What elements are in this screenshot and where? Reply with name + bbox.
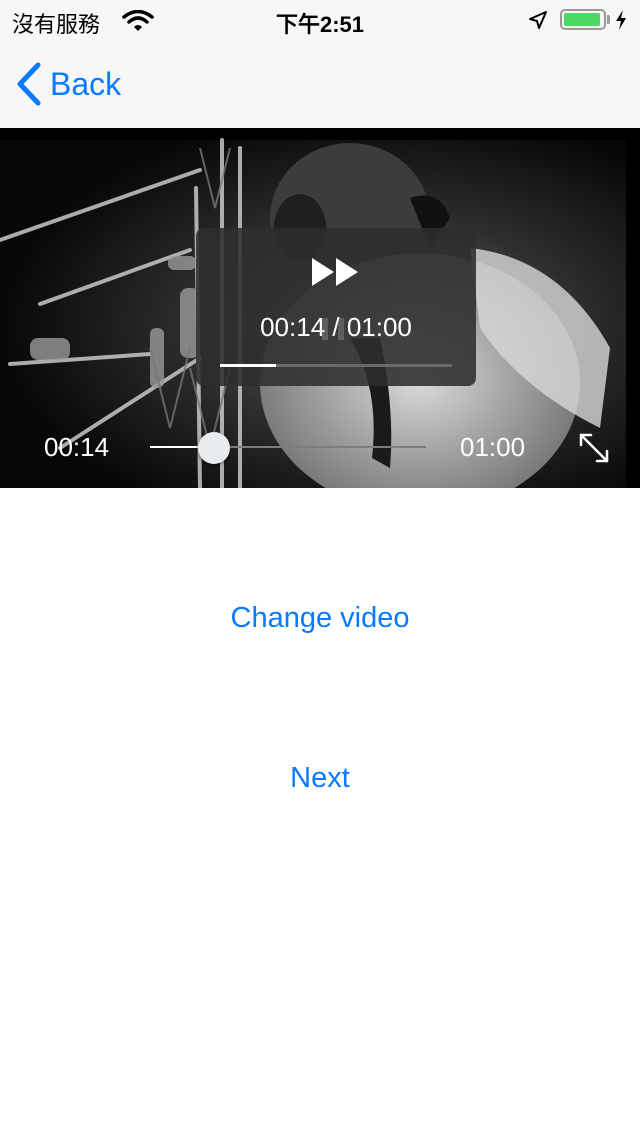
hud-time-label: 00:14 / 01:00 [260, 312, 412, 342]
playback-hud: 00:14 / 01:00 [196, 228, 476, 386]
chevron-left-icon [17, 62, 41, 106]
charging-bolt-icon [616, 10, 626, 30]
navigation-bar: Back [0, 40, 640, 128]
battery-level [564, 13, 601, 26]
next-row: Next [0, 762, 640, 795]
status-bar: 沒有服務 下午2:51 [0, 0, 640, 40]
change-video-button[interactable]: Change video [231, 602, 410, 634]
battery-icon [560, 9, 606, 30]
current-time: 00:14 [44, 432, 110, 462]
change-video-row: Change video [0, 602, 640, 635]
hud-progress-fill [220, 364, 276, 367]
hud-progress-track [220, 364, 452, 367]
battery-cap [607, 15, 610, 24]
total-time: 01:00 [460, 432, 526, 462]
back-label: Back [50, 65, 122, 102]
next-button[interactable]: Next [290, 762, 350, 794]
video-player[interactable]: 00:14 / 01:00 00:14 01:00 [0, 128, 640, 488]
location-arrow-icon [529, 11, 547, 29]
fullscreen-icon[interactable] [578, 432, 610, 464]
seek-slider[interactable] [150, 432, 426, 464]
back-button[interactable]: Back [16, 60, 121, 108]
